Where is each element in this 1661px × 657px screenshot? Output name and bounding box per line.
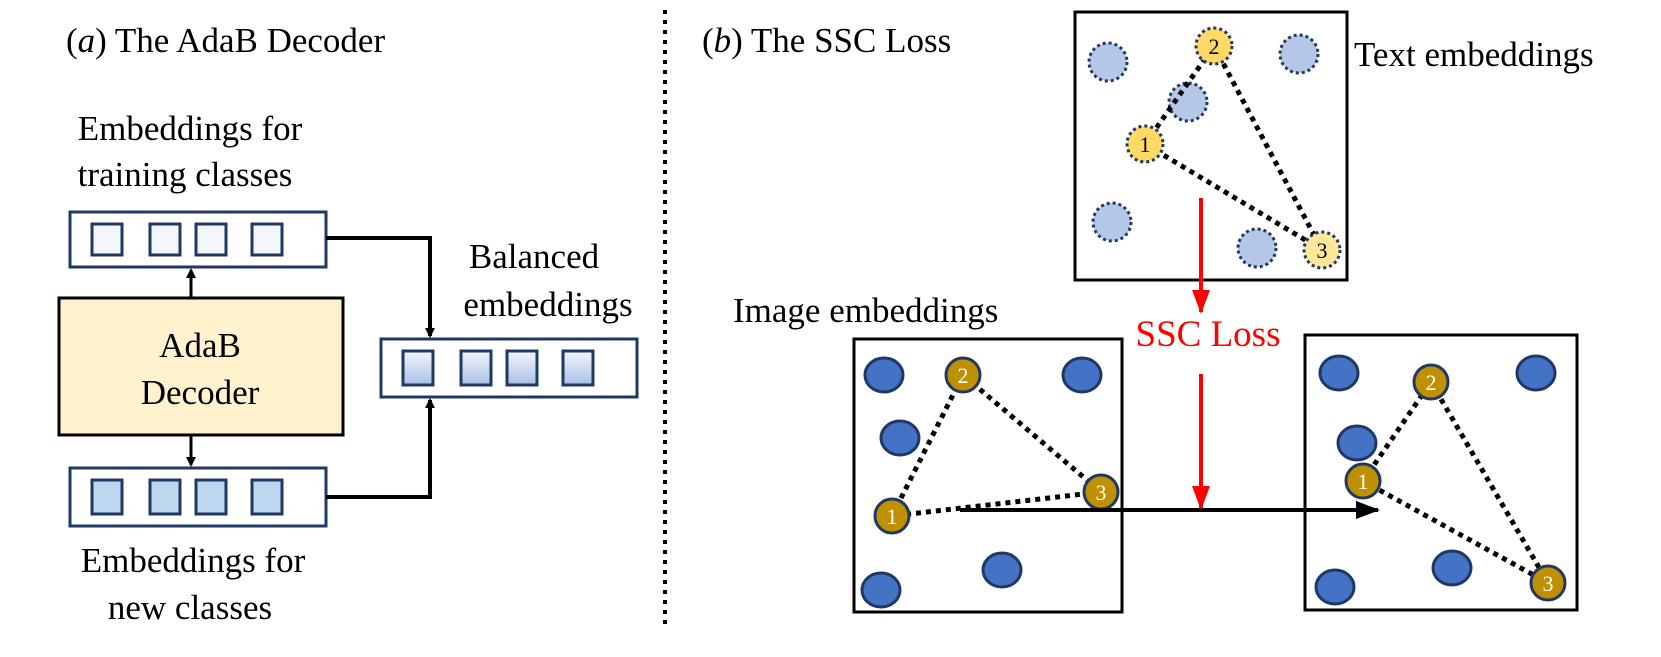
new-embeddings-label-line2: new classes xyxy=(108,588,272,627)
embedding-slot xyxy=(250,222,284,257)
training-embeddings-label-line2: training classes xyxy=(78,155,293,194)
panel-a-title: (a) The AdaB Decoder xyxy=(66,21,385,60)
training-embeddings-label-line1: Embeddings for xyxy=(78,109,303,148)
ssc-loss-label: SSC Loss xyxy=(1136,314,1281,355)
embedding-slot xyxy=(561,349,595,387)
image-embedding-point xyxy=(1314,568,1356,606)
decoder-box xyxy=(57,296,345,437)
embedding-slot xyxy=(459,349,493,387)
image-embedding-point xyxy=(860,571,902,609)
balanced-label-line2: embeddings xyxy=(463,285,632,324)
decoder-label-line2: Decoder xyxy=(141,373,260,412)
image-embedding-point xyxy=(1431,549,1473,587)
image-embedding-point xyxy=(879,419,921,457)
image-embeddings-label: Image embeddings xyxy=(733,291,998,330)
new-embeddings-vector xyxy=(68,466,328,528)
text-embedding-point xyxy=(1236,227,1278,269)
image-embedding-point xyxy=(1061,356,1103,394)
balanced-label-line1: Balanced xyxy=(469,237,600,276)
anchor-number: 3 xyxy=(1317,238,1328,263)
text-embedding-point xyxy=(1087,41,1129,83)
decoder-label-line1: AdaB xyxy=(159,326,241,365)
embedding-slot xyxy=(194,222,228,257)
embedding-slot xyxy=(505,349,539,387)
anchor-number: 2 xyxy=(958,363,969,388)
image-embedding-point xyxy=(1515,354,1557,392)
balanced-embeddings-vector xyxy=(379,337,639,399)
image-embedding-point xyxy=(981,551,1023,589)
new-embeddings-label-line1: Embeddings for xyxy=(81,541,306,580)
anchor-number: 1 xyxy=(1358,469,1369,494)
training-embeddings-vector xyxy=(68,210,328,269)
embedding-slot xyxy=(90,478,124,516)
embedding-slot xyxy=(401,349,435,387)
text-embeddings-label: Text embeddings xyxy=(1354,35,1594,74)
anchor-number: 1 xyxy=(1140,132,1151,157)
panel-a: (a) The AdaB Decoder Embeddings for trai… xyxy=(57,21,639,627)
panel-b: (b) The SSC Loss Text embeddings Image e… xyxy=(702,10,1594,614)
image-embedding-point xyxy=(863,356,905,394)
text-embedding-point xyxy=(1091,201,1133,243)
anchor-number: 2 xyxy=(1426,370,1437,395)
image-embedding-point xyxy=(1318,354,1360,392)
embedding-slot xyxy=(148,478,182,516)
text-embedding-point xyxy=(1278,33,1320,75)
anchor-number: 3 xyxy=(1543,571,1554,596)
panel-b-title: (b) The SSC Loss xyxy=(702,21,951,60)
embedding-slot xyxy=(90,222,124,257)
adab-decoder-block: AdaB Decoder xyxy=(57,296,345,437)
image-embedding-point xyxy=(1336,424,1378,462)
embedding-slot xyxy=(194,478,228,516)
anchor-number: 1 xyxy=(887,504,898,529)
embedding-slot xyxy=(148,222,182,257)
embedding-slot xyxy=(250,478,284,516)
diagram-canvas: (a) The AdaB Decoder Embeddings for trai… xyxy=(57,10,1594,630)
anchor-number: 3 xyxy=(1096,480,1107,505)
anchor-number: 2 xyxy=(1209,34,1220,59)
